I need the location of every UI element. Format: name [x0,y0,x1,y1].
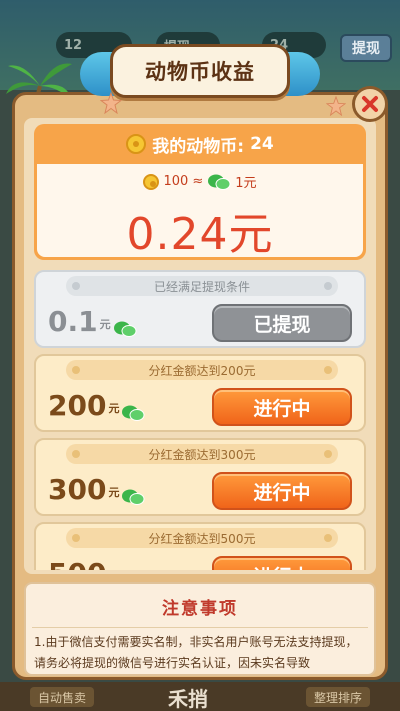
in-progress-button[interactable]: 进行中 [212,388,352,426]
notice-box: 注意事项 1.由于微信支付需要实名制，非实名用户账号无法支持提现，请务必将提现的… [24,582,376,676]
coin-balance-label: 我的动物币: [152,136,245,157]
wechat-icon [113,321,137,337]
auto-sell-label: 自动售卖 [37,690,86,705]
sort-label: 整理排序 [313,690,362,705]
coin-balance-header: 我的动物币: 24 [34,124,366,164]
sort-button[interactable]: 整理排序 [306,687,370,707]
cash-value: 0.24元 [126,209,274,260]
starfish-icon [100,92,122,114]
coin-balance-count: 24 [250,134,274,154]
in-progress-button[interactable]: 进行中 [212,472,352,510]
wechat-icon [122,489,145,505]
animal-coin-icon [143,173,160,190]
close-icon [362,96,378,112]
bottom-center-text: 禾捎 [168,687,208,711]
tier-amount: 0.1 元 [48,306,137,338]
tier-condition: 分红金额达到500元 [66,528,338,548]
close-button[interactable] [352,86,388,122]
tier-amount-value: 300 [48,473,107,506]
tier-condition: 已经满足提现条件 [66,276,338,296]
tier-amount-value: 200 [48,389,107,422]
dialog-title: 动物币收益 [110,44,290,98]
withdraw-tier: 分红金额达到300元 300 元 进行中 [34,438,366,516]
notice-text: 1.由于微信支付需要实名制，非实名用户账号无法支持提现，请务必将提现的微信号进行… [34,635,358,670]
exchange-rate-separator: ≈ [192,174,204,189]
notice-title: 注意事项 [162,599,238,619]
tier-amount: 500 元 [48,558,119,571]
tier-amount-unit: 元 [108,486,120,499]
starfish-icon [326,96,346,116]
exchange-rate: 100 ≈ 1元 [37,172,363,191]
tier-amount-unit: 元 [108,402,120,415]
exchange-rate-coins: 100 [163,174,189,189]
withdraw-button-label: 提现 [352,41,380,57]
tier-amount-unit: 元 [108,568,119,570]
auto-sell-button[interactable]: 自动售卖 [30,687,94,707]
in-progress-button[interactable]: 进行中 [212,556,352,570]
withdraw-tier: 分红金额达到200元 200 元 进行中 [34,354,366,432]
coin-balance-card: 我的动物币: 24 100 ≈ 1元 0.24元 [34,124,366,260]
withdraw-tier: 已经满足提现条件 0.1 元 已提现 [34,270,366,348]
coin-balance-body: 100 ≈ 1元 0.24元 [37,164,363,260]
exchange-rate-value: 1元 [235,176,257,191]
tier-clip: 分红金额达到500元 500 元 进行中 [34,522,366,570]
tier-amount: 300 元 [48,474,145,506]
wechat-icon [122,405,145,421]
tier-condition: 分红金额达到200元 [66,360,338,380]
tier-amount-value: 500 [48,558,106,571]
withdraw-button[interactable]: 提现 [340,34,392,62]
tier-amount-unit: 元 [99,318,111,331]
withdrawn-button[interactable]: 已提现 [212,304,352,342]
withdraw-tier: 分红金额达到500元 500 元 进行中 [34,522,366,570]
tier-amount-value: 0.1 [48,305,98,338]
tier-condition: 分红金额达到300元 [66,444,338,464]
wechat-icon [208,174,231,190]
animal-coin-icon [126,134,147,154]
tier-amount: 200 元 [48,390,145,422]
